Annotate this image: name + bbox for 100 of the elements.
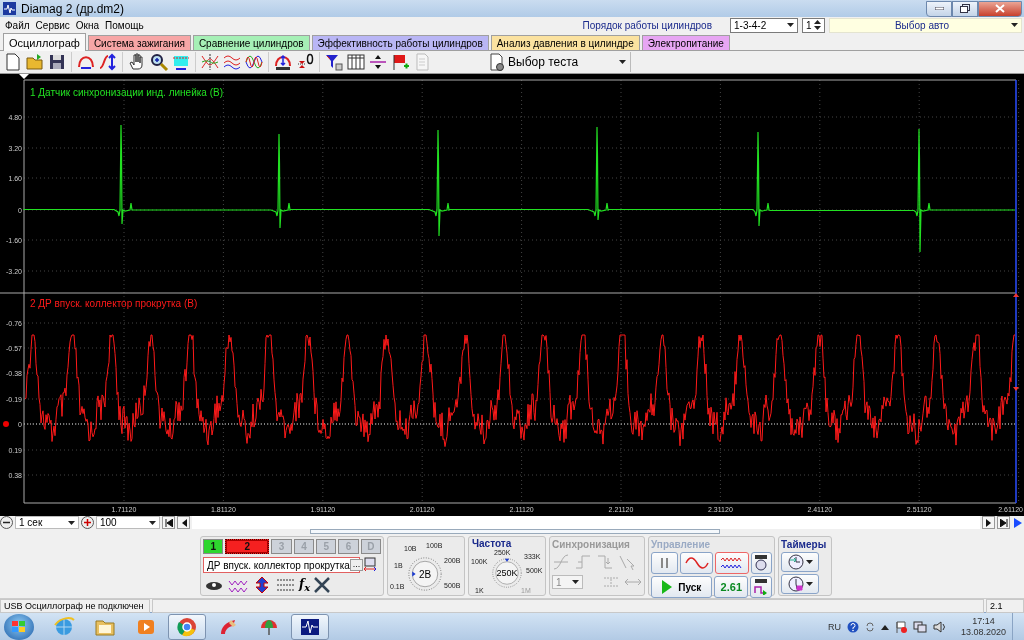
help-icon[interactable] [846, 620, 859, 633]
noise-waves-icon [720, 556, 744, 570]
zoom-in-button[interactable] [81, 516, 94, 529]
caret-icon [149, 520, 156, 525]
zoom-select[interactable]: 100 [96, 516, 160, 529]
timer-button[interactable] [781, 574, 819, 594]
tray-arrow-icon[interactable] [880, 623, 889, 630]
caret-icon [805, 560, 813, 564]
zoom-out-button[interactable] [0, 516, 13, 529]
caret-icon [619, 60, 626, 64]
tab[interactable]: Анализ давления в цилиндре [490, 35, 640, 50]
save-icon[interactable] [47, 52, 67, 72]
cursor-marker[interactable] [19, 74, 29, 79]
curve-arrows-icon[interactable] [98, 52, 118, 72]
auto-start-button[interactable] [750, 576, 772, 598]
pause-button[interactable] [651, 552, 679, 574]
menu-item[interactable]: Окна [72, 19, 103, 31]
stopwatch-icon [754, 555, 769, 571]
minus-icon [3, 519, 10, 526]
dial-knob[interactable]: 250K [492, 558, 522, 588]
timeline-track[interactable] [192, 516, 980, 529]
step-arrow-icon [754, 579, 769, 595]
sync-arrows-icon[interactable] [864, 620, 875, 633]
sine-icon [684, 557, 709, 569]
value-display: 2.61 [714, 576, 749, 598]
window-title: Diamag 2 (др.dm2) [21, 1, 125, 16]
speaker-icon[interactable] [932, 620, 947, 633]
group-title: Таймеры [781, 539, 828, 550]
caret-icon [805, 582, 813, 586]
next-icon [984, 518, 993, 527]
start-button[interactable]: Пуск [651, 576, 713, 598]
channel-button[interactable]: 2 [225, 539, 270, 554]
taskbar-button[interactable] [291, 613, 329, 640]
channel-button[interactable]: 1 [203, 539, 224, 554]
tab[interactable]: Электропитание [641, 35, 730, 50]
previous-button[interactable] [177, 516, 190, 529]
channel-name-field[interactable]: ДР впуск. коллектор прокрутка ... [203, 557, 360, 573]
menu-item[interactable]: Файл [2, 19, 33, 31]
menu-item[interactable]: Помощь [102, 19, 147, 31]
scale-marker[interactable] [1013, 387, 1019, 391]
group-title: Синхронизация [552, 539, 631, 550]
tab[interactable]: Эффективность работы цилиндров [311, 35, 489, 50]
clock-date[interactable]: 13.08.2020 [960, 626, 1006, 638]
flag-icon[interactable] [390, 52, 410, 72]
globe-icon [53, 615, 75, 638]
cylinder-order-select[interactable]: 1-3-4-2 [730, 17, 798, 33]
test-select[interactable]: Выбор теста [489, 52, 631, 72]
pause-icon [660, 558, 669, 568]
more-button[interactable]: ... [349, 559, 364, 571]
close-button[interactable] [978, 0, 1022, 17]
plus-icon [84, 519, 91, 526]
dial-knob[interactable]: 2В [408, 557, 442, 591]
minimize-icon [934, 7, 944, 10]
network-icon[interactable] [912, 620, 927, 633]
wave-lines-icon[interactable] [222, 52, 242, 72]
last-button[interactable] [997, 516, 1010, 529]
caret-icon [1011, 23, 1018, 27]
group-title: Управление [651, 539, 712, 550]
cylinder-order-label: Порядок работы цилиндров [582, 19, 712, 31]
clock-icon [787, 576, 804, 592]
tab[interactable]: Сравнение цилиндров [192, 35, 310, 50]
formula-button[interactable]: f$_{x}$ [299, 576, 311, 594]
clock-time[interactable]: 17:14 [972, 615, 995, 627]
cross-curves-icon[interactable] [200, 52, 220, 72]
language-indicator[interactable]: RU [827, 621, 841, 632]
channel-title: 2 ДР впуск. коллектор прокрутка (В) [30, 298, 198, 309]
play-icon [662, 580, 673, 594]
tab[interactable]: Осциллограф [3, 33, 86, 51]
spinner-arrows-icon [814, 20, 821, 30]
next-button[interactable] [982, 516, 995, 529]
version-label: 2.1 [986, 599, 1024, 613]
scale-marker[interactable] [1013, 293, 1019, 297]
start-button[interactable] [4, 613, 34, 640]
timer-button[interactable] [781, 552, 819, 572]
sine-button[interactable] [680, 552, 714, 574]
auto-button[interactable] [750, 552, 772, 574]
close-icon [995, 4, 1005, 13]
restore-icon [960, 4, 970, 13]
cylinder-spinner[interactable]: 1 [802, 17, 825, 33]
filter-icon[interactable] [324, 52, 344, 72]
noise-button[interactable] [715, 552, 749, 574]
menu-item[interactable]: Сервис [32, 19, 73, 31]
auto-scale-icon[interactable] [273, 52, 293, 72]
first-button[interactable] [162, 516, 175, 529]
car-select[interactable]: Выбор авто [829, 17, 1022, 33]
clock-icon [787, 554, 804, 570]
zoom-in-icon[interactable] [149, 52, 169, 72]
scroll-bar[interactable] [310, 529, 720, 534]
tab[interactable]: Система зажигания [87, 35, 191, 50]
channel-title: 1 Датчик синхронизации инд. линейка (В) [30, 87, 223, 98]
app-icon [3, 2, 16, 15]
caret-icon [572, 580, 580, 584]
flag-alert-icon[interactable] [894, 620, 907, 633]
flag-tiles-icon [12, 620, 26, 633]
caret-icon [68, 520, 75, 525]
level-marker[interactable] [3, 421, 9, 427]
group-title: Частота [472, 538, 512, 549]
table-icon[interactable] [346, 52, 366, 72]
time-scale-select[interactable]: 1 сек [15, 516, 79, 529]
restore-button[interactable] [952, 0, 978, 17]
